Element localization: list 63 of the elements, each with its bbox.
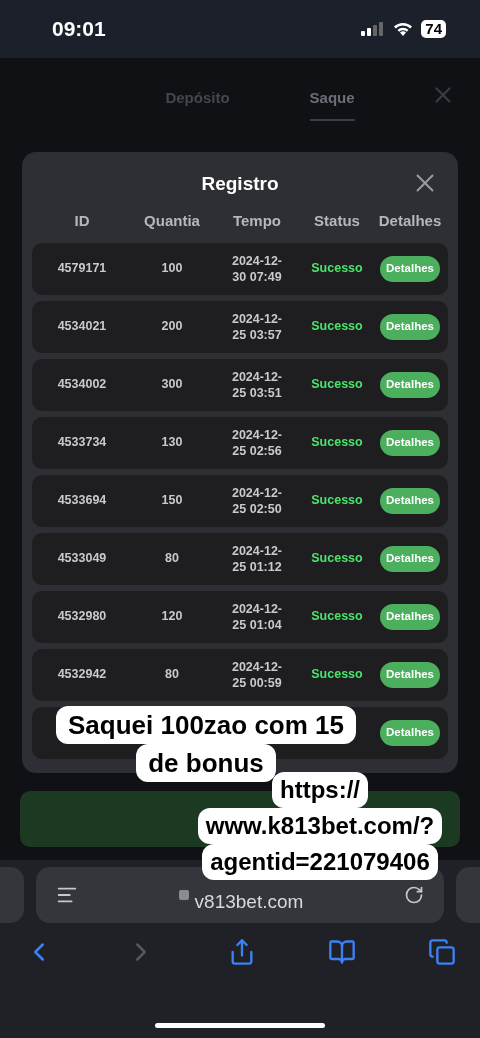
- column-header: Detalhes: [377, 211, 443, 232]
- record-id: 4533049: [56, 550, 108, 568]
- details-button[interactable]: Detalhes: [380, 487, 440, 514]
- record-amount: 300: [160, 376, 184, 394]
- tabs-icon[interactable]: [428, 938, 456, 966]
- record-time: 2024-12-25 01:12: [230, 542, 283, 575]
- record-status: Sucesso: [310, 492, 364, 510]
- tab[interactable]: Depósito: [165, 74, 230, 122]
- record-id: 4532942: [56, 666, 108, 684]
- record-amount: 80: [164, 550, 180, 568]
- caption-line: https://: [272, 772, 368, 808]
- battery-icon: 74: [421, 20, 446, 38]
- record-status: Sucesso: [310, 260, 364, 278]
- record-status: Sucesso: [310, 608, 364, 626]
- lock-icon: [178, 890, 189, 900]
- record-time: 2024-12-25 02:50: [230, 484, 283, 517]
- details-button[interactable]: Detalhes: [380, 719, 440, 746]
- record-id: 4534002: [56, 376, 108, 394]
- record-id: 4534021: [56, 318, 108, 336]
- record-time: 2024-12-30 07:49: [230, 252, 283, 285]
- details-button[interactable]: Detalhes: [380, 603, 440, 630]
- record-amount: 100: [160, 260, 184, 278]
- record-time: 2024-12-25 03:51: [230, 368, 283, 401]
- details-button[interactable]: Detalhes: [380, 255, 440, 282]
- record-id: 4533734: [56, 434, 108, 452]
- record-status: Sucesso: [310, 550, 364, 568]
- record-id: 4532980: [56, 608, 108, 626]
- wifi-icon: [393, 22, 414, 36]
- column-header: Tempo: [231, 211, 283, 232]
- modal-title: Registro: [201, 172, 279, 196]
- details-button[interactable]: Detalhes: [380, 313, 440, 340]
- record-time: 2024-12-25 03:57: [230, 310, 283, 343]
- record-status: Sucesso: [310, 318, 364, 336]
- details-button[interactable]: Detalhes: [380, 429, 440, 456]
- caption-line: www.k813bet.com/?: [197, 808, 443, 844]
- details-button[interactable]: Detalhes: [380, 371, 440, 398]
- caption-line: de bonus: [136, 744, 276, 782]
- record-amount: 200: [160, 318, 184, 336]
- record-amount: 80: [164, 666, 180, 684]
- bookmarks-icon[interactable]: [328, 938, 356, 966]
- record-time: 2024-12-25 01:04: [230, 600, 283, 633]
- column-header: Status: [313, 211, 361, 232]
- column-header: Quantia: [143, 211, 201, 232]
- record-id: 4533694: [56, 492, 108, 510]
- record-status: Sucesso: [310, 434, 364, 452]
- reload-icon[interactable]: [404, 885, 424, 905]
- tab[interactable]: Saque: [309, 74, 355, 122]
- url-text: v813bet.com: [194, 889, 304, 914]
- caption-line: agentid=221079406: [202, 844, 438, 880]
- signal-icon: [361, 22, 386, 36]
- details-button[interactable]: Detalhes: [380, 661, 440, 688]
- record-status: Sucesso: [310, 376, 364, 394]
- record-time: 2024-12-25 02:56: [230, 426, 283, 459]
- record-time: 2024-12-25 00:59: [230, 658, 283, 691]
- column-header: ID: [73, 211, 91, 232]
- clock: 09:01: [52, 16, 106, 43]
- record-amount: 150: [160, 492, 184, 510]
- record-id: 4579171: [56, 260, 108, 278]
- record-amount: 120: [160, 608, 184, 626]
- caption-line: Saquei 100zao com 15: [56, 706, 356, 744]
- record-status: Sucesso: [310, 666, 364, 684]
- record-amount: 130: [160, 434, 184, 452]
- details-button[interactable]: Detalhes: [380, 545, 440, 572]
